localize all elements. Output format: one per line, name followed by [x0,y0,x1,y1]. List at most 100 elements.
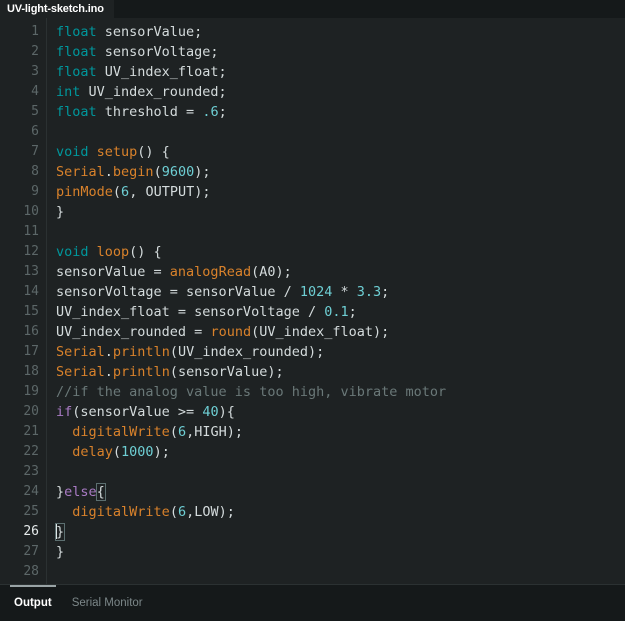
code-token: begin [112,164,154,180]
line-number: 9 [31,184,39,199]
code-line[interactable]: pinMode(6, OUTPUT); [56,182,625,202]
line-number: 27 [23,544,39,559]
code-token: (UV_index_float); [251,324,390,340]
code-line[interactable]: }else{ [56,482,625,502]
line-number: 2 [31,44,39,59]
code-line[interactable]: float sensorValue; [56,22,625,42]
code-token: 3.3 [356,284,382,300]
code-line[interactable]: UV_index_float = sensorVoltage / 0.1; [56,302,625,322]
line-number: 12 [23,244,39,259]
code-token: .6 [202,104,219,120]
line-number: 19 [23,384,39,399]
code-line[interactable]: Serial.begin(9600); [56,162,625,182]
code-token: ( [112,444,122,460]
code-token: println [112,364,170,380]
line-number: 1 [31,24,39,39]
code-token: sensorVoltage = sensorValue / [56,284,300,300]
bottom-tab-output[interactable]: Output [4,585,62,621]
code-line[interactable]: digitalWrite(6,LOW); [56,502,625,522]
line-number: 5 [31,104,39,119]
line-number: 16 [23,324,39,339]
code-line[interactable]: float sensorVoltage; [56,42,625,62]
code-content[interactable]: float sensorValue; float sensorVoltage; fl… [47,18,625,584]
code-token: () { [129,244,162,260]
line-number: 20 [23,404,39,419]
code-line[interactable]: sensorValue = analogRead(A0); [56,262,625,282]
code-token: . [104,364,113,380]
code-token: Serial [56,344,105,360]
code-line[interactable]: void loop() { [56,242,625,262]
code-token: delay [72,444,113,460]
code-token: analogRead [169,264,252,280]
code-token: float [56,64,97,80]
code-token: } [56,204,65,220]
code-token: ( [153,164,162,180]
code-line[interactable]: } [56,202,625,222]
code-token: 0.1 [324,304,349,320]
code-token: digitalWrite [72,504,170,520]
code-token: (sensorValue >= [72,404,203,420]
editor-tab-label: UV-light-sketch.ino [7,3,104,15]
code-token: ,LOW); [186,504,235,520]
code-line[interactable] [56,122,625,142]
code-line[interactable]: if(sensorValue >= 40){ [56,402,625,422]
code-line[interactable]: } [54,522,625,542]
code-line[interactable]: int UV_index_rounded; [56,82,625,102]
code-token: ( [112,184,122,200]
code-token: 6 [121,184,130,200]
code-line[interactable]: void setup() { [56,142,625,162]
code-token: threshold = [96,104,203,120]
code-line[interactable]: UV_index_rounded = round(UV_index_float)… [56,322,625,342]
line-number: 22 [23,444,39,459]
code-token: } [54,523,66,541]
line-number: 8 [31,164,39,179]
bottom-tab-label: Output [14,597,52,609]
code-token: Serial [56,164,105,180]
code-line[interactable]: sensorVoltage = sensorValue / 1024 * 3.3… [56,282,625,302]
line-number: 4 [31,84,39,99]
code-line[interactable]: delay(1000); [56,442,625,462]
code-token: if [56,404,73,420]
code-token: . [104,164,113,180]
code-line[interactable]: Serial.println(sensorValue); [56,362,625,382]
code-token: UV_index_float = sensorVoltage / [56,304,325,320]
code-token: . [104,344,113,360]
code-token: ; [381,284,390,300]
code-token: void [56,244,89,260]
code-line[interactable]: float UV_index_float; [56,62,625,82]
code-token: sensorValue = [56,264,170,280]
code-line[interactable]: Serial.println(UV_index_rounded); [56,342,625,362]
code-line[interactable]: float threshold = .6; [56,102,625,122]
code-token: ( [169,424,178,440]
code-token: float [56,24,97,40]
code-line[interactable]: } [56,542,625,562]
code-token: ,HIGH); [186,424,243,440]
line-number: 18 [23,364,39,379]
code-line[interactable] [56,562,625,582]
code-editor[interactable]: 1 2 3 4 5 6 7 8 9 10 11 12 13 14 15 16 17 18 19 20 21 22 23 24 2… [0,18,625,584]
code-token: } [56,544,65,560]
code-token: else [64,484,97,500]
editor-tab-0[interactable]: UV-light-sketch.ino [0,0,114,18]
code-line[interactable] [56,222,625,242]
bottom-panel-tab-bar: Output Serial Monitor [0,584,625,621]
code-token: UV_index_rounded; [80,84,227,100]
code-token: ( [169,504,178,520]
code-line[interactable]: digitalWrite(6,HIGH); [56,422,625,442]
line-number: 10 [23,204,39,219]
code-token: pinMode [56,184,113,200]
line-number: 28 [23,564,39,579]
code-token: ; [218,104,227,120]
code-token: println [112,344,170,360]
code-token: () { [137,144,170,160]
code-token: sensorVoltage; [96,44,219,60]
code-line[interactable]: //if the analog value is too high, vibra… [56,382,625,402]
bottom-tab-serial-monitor[interactable]: Serial Monitor [62,585,153,621]
code-line[interactable] [56,462,625,482]
code-token: 1000 [121,444,154,460]
code-token: , OUTPUT); [129,184,211,200]
code-token: (A0); [251,264,292,280]
